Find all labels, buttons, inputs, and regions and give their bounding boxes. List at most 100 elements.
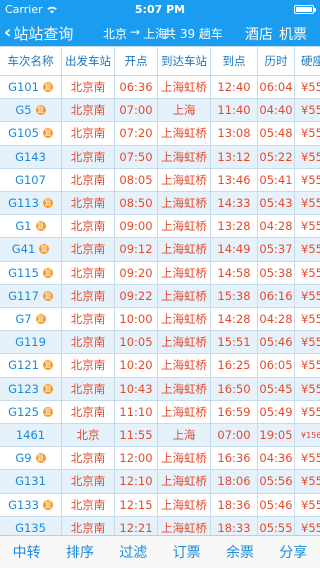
depart-time: 07:20: [115, 122, 158, 145]
depart-time: 06:36: [115, 76, 158, 99]
hard-seat-price: ¥55: [301, 219, 320, 234]
table-row[interactable]: G7 复北京南 10:00 上海虹桥 14:28 04:28 ¥55: [0, 308, 320, 332]
arrive-time: 18:36: [211, 493, 258, 516]
header-depart-time[interactable]: 开点: [115, 47, 158, 75]
table-row[interactable]: 1461 北京11:55上海07:0019:05 ¥156.5: [0, 424, 320, 448]
table-row[interactable]: G9 复北京南 12:00 上海虹桥 16:36 04:36 ¥55: [0, 447, 320, 471]
arrive-station: 上海: [158, 99, 211, 122]
header-arrive-station[interactable]: 到达车站: [158, 47, 211, 75]
arrive-station: 上海虹桥: [158, 168, 211, 191]
remaining-tickets-button[interactable]: 余票: [213, 536, 266, 568]
fuxing-badge-icon: 复: [42, 360, 53, 371]
fuxing-badge-icon: 复: [42, 128, 53, 139]
depart-station: 北京南: [62, 215, 115, 238]
train-code: G101: [8, 80, 39, 95]
fuxing-badge-icon: 复: [42, 198, 53, 209]
train-code-cell: G133 复: [0, 493, 62, 516]
hard-seat-price: ¥55: [301, 381, 320, 396]
depart-time: 11:10: [115, 400, 158, 423]
depart-station: 北京南: [62, 261, 115, 284]
hotel-button[interactable]: 酒店: [245, 24, 273, 44]
hard-seat-price: ¥55: [301, 126, 320, 141]
transfer-button[interactable]: 中转: [0, 536, 53, 568]
train-code: G7: [15, 312, 32, 327]
train-code-cell: G1 复: [0, 215, 62, 238]
hard-seat-price: ¥55: [301, 242, 320, 257]
train-code: G143: [15, 149, 46, 164]
table-row[interactable]: G135 北京南 12:21 上海虹桥 18:33 05:55 ¥55: [0, 516, 320, 535]
hard-seat-price: ¥55: [301, 103, 320, 118]
duration: 04:28: [258, 308, 295, 331]
table-row[interactable]: G113 复北京南 08:50 上海虹桥 14:33 05:43 ¥55: [0, 192, 320, 216]
train-code: G1: [15, 219, 32, 234]
duration: 05:43: [258, 192, 295, 215]
arrive-time: 14:33: [211, 192, 258, 215]
arrive-time: 15:38: [211, 284, 258, 307]
depart-time: 12:10: [115, 470, 158, 493]
train-code: G123: [8, 381, 39, 396]
arrive-time: 13:08: [211, 122, 258, 145]
sort-button[interactable]: 排序: [53, 536, 106, 568]
table-row[interactable]: G123 复北京南 10:43 上海虹桥 16:50 05:45 ¥55: [0, 377, 320, 401]
train-code-cell: G119: [0, 331, 62, 354]
train-code: 1461: [15, 428, 46, 443]
share-button[interactable]: 分享: [267, 536, 320, 568]
table-row[interactable]: G125 复北京南 11:10 上海虹桥 16:59 05:49 ¥55: [0, 400, 320, 424]
depart-station: 北京南: [62, 122, 115, 145]
arrive-station: 上海虹桥: [158, 238, 211, 261]
depart-station: 北京南: [62, 377, 115, 400]
depart-time: 11:55: [115, 424, 158, 447]
table-row[interactable]: G1 复北京南 09:00 上海虹桥 13:28 04:28 ¥55: [0, 215, 320, 239]
duration: 06:05: [258, 354, 295, 377]
arrive-time: 15:51: [211, 331, 258, 354]
table-row[interactable]: G119 北京南 10:05 上海虹桥 15:51 05:46 ¥55: [0, 331, 320, 355]
back-button[interactable]: ‹ 站站查询: [4, 23, 73, 43]
depart-time: 09:22: [115, 284, 158, 307]
train-code-cell: G105 复: [0, 122, 62, 145]
table-row[interactable]: G115 复北京南 09:20 上海虹桥 14:58 05:38 ¥55: [0, 261, 320, 285]
header-duration[interactable]: 历时: [258, 47, 295, 75]
header-train-name[interactable]: 车次名称: [0, 47, 62, 75]
hard-seat-price: ¥55: [301, 149, 320, 164]
depart-time: 10:43: [115, 377, 158, 400]
arrive-station: 上海虹桥: [158, 400, 211, 423]
train-code-cell: G135: [0, 516, 62, 535]
fuxing-badge-icon: 复: [35, 314, 46, 325]
table-row[interactable]: G121 复北京南 10:20 上海虹桥 16:25 06:05 ¥55: [0, 354, 320, 378]
header-arrive-time[interactable]: 到点: [211, 47, 258, 75]
table-row[interactable]: G41 复北京南 09:12 上海虹桥 14:49 05:37 ¥55: [0, 238, 320, 262]
depart-station: 北京南: [62, 145, 115, 168]
table-row[interactable]: G133 复北京南 12:15 上海虹桥 18:36 05:46 ¥55: [0, 493, 320, 517]
duration: 05:22: [258, 145, 295, 168]
table-row[interactable]: G131 北京南 12:10 上海虹桥 18:06 05:56 ¥55: [0, 470, 320, 494]
hard-seat-price: ¥55: [301, 474, 320, 489]
depart-station: 北京南: [62, 331, 115, 354]
filter-button[interactable]: 过滤: [107, 536, 160, 568]
header-hard-seat[interactable]: 硬座: [295, 47, 320, 75]
table-row[interactable]: G107 北京南 08:05 上海虹桥 13:46 05:41 ¥55: [0, 168, 320, 192]
arrow-right-icon: →: [130, 25, 141, 39]
flight-ticket-button[interactable]: 机票: [279, 24, 307, 44]
depart-station: 北京南: [62, 308, 115, 331]
table-row[interactable]: G143 北京南 07:50 上海虹桥 13:12 05:22 ¥55: [0, 145, 320, 169]
arrive-time: 11:40: [211, 99, 258, 122]
table-row[interactable]: G117 复北京南 09:22 上海虹桥 15:38 06:16 ¥55: [0, 284, 320, 308]
table-row[interactable]: G105 复北京南 07:20 上海虹桥 13:08 05:48 ¥55: [0, 122, 320, 146]
header-depart-station[interactable]: 出发车站: [62, 47, 115, 75]
arrive-station: 上海虹桥: [158, 331, 211, 354]
train-code-cell: 1461: [0, 424, 62, 447]
book-button[interactable]: 订票: [160, 536, 213, 568]
depart-station: 北京南: [62, 168, 115, 191]
depart-time: 09:20: [115, 261, 158, 284]
arrive-station: 上海虹桥: [158, 261, 211, 284]
train-code-cell: G143: [0, 145, 62, 168]
table-row[interactable]: G101 复北京南 06:36 上海虹桥 12:40 06:04 ¥55: [0, 76, 320, 100]
train-code-cell: G121 复: [0, 354, 62, 377]
arrive-station: 上海虹桥: [158, 76, 211, 99]
table-row[interactable]: G5 复北京南 07:00 上海 11:40 04:40 ¥55: [0, 99, 320, 123]
depart-time: 12:15: [115, 493, 158, 516]
depart-time: 10:00: [115, 308, 158, 331]
train-list[interactable]: G101 复北京南 06:36 上海虹桥 12:40 06:04 ¥55 G5 复北京南 07:0…: [0, 76, 320, 535]
arrive-station: 上海虹桥: [158, 192, 211, 215]
train-code-cell: G131: [0, 470, 62, 493]
